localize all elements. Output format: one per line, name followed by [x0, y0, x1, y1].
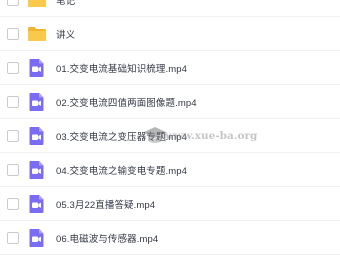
select-checkbox[interactable] — [7, 231, 19, 244]
file-name[interactable]: 02.交变电流四值两面图像题.mp4 — [56, 95, 197, 109]
file-row[interactable]: 讲义 — [0, 17, 340, 51]
file-name[interactable]: 讲义 — [56, 27, 75, 41]
file-row[interactable]: 04.交变电流之输变电专题.mp4 — [0, 153, 340, 187]
file-row[interactable]: 03.交变电流之变压器专题.mp4 — [0, 119, 340, 153]
file-list: 笔记 讲义 01.交变电流基础知识梳理.mp4 02.交变电流四值两面图像题.m… — [0, 0, 340, 255]
folder-icon — [27, 0, 47, 10]
video-file-icon — [27, 160, 47, 180]
folder-icon — [27, 24, 47, 44]
file-name[interactable]: 04.交变电流之输变电专题.mp4 — [56, 163, 187, 177]
file-row[interactable]: 02.交变电流四值两面图像题.mp4 — [0, 85, 340, 119]
select-checkbox[interactable] — [7, 197, 19, 210]
video-file-icon — [27, 126, 47, 146]
file-name[interactable]: 笔记 — [56, 0, 75, 7]
select-checkbox[interactable] — [7, 163, 19, 176]
select-checkbox[interactable] — [7, 61, 19, 74]
video-file-icon — [27, 58, 47, 78]
file-row[interactable]: 笔记 — [0, 0, 340, 17]
file-name[interactable]: 05.3月22直播答疑.mp4 — [56, 197, 155, 211]
file-row[interactable]: 06.电磁波与传感器.mp4 — [0, 221, 340, 255]
file-name[interactable]: 06.电磁波与传感器.mp4 — [56, 231, 158, 245]
video-file-icon — [27, 228, 47, 248]
file-name[interactable]: 01.交变电流基础知识梳理.mp4 — [56, 61, 187, 75]
file-name[interactable]: 03.交变电流之变压器专题.mp4 — [56, 129, 187, 143]
select-checkbox[interactable] — [7, 95, 19, 108]
select-checkbox[interactable] — [7, 129, 19, 142]
select-checkbox[interactable] — [7, 0, 19, 6]
video-file-icon — [27, 194, 47, 214]
file-row[interactable]: 05.3月22直播答疑.mp4 — [0, 187, 340, 221]
select-checkbox[interactable] — [7, 27, 19, 40]
file-row[interactable]: 01.交变电流基础知识梳理.mp4 — [0, 51, 340, 85]
video-file-icon — [27, 92, 47, 112]
